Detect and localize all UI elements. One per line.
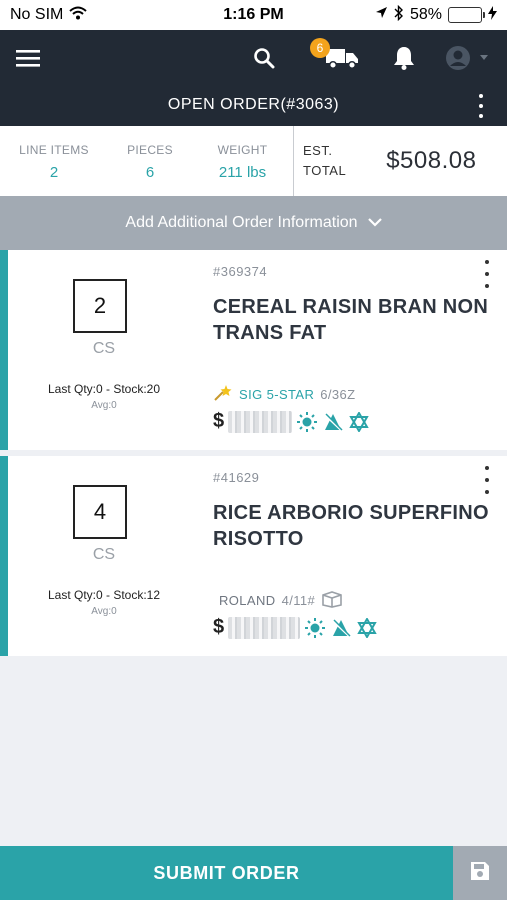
status-left: No SIM — [10, 6, 88, 25]
status-bar: No SIM 1:16 PM 58% — [0, 0, 507, 30]
price-currency: $ — [213, 616, 225, 638]
price-row: $ — [213, 410, 370, 433]
charging-icon — [488, 5, 497, 25]
add-order-info-button[interactable]: Add Additional Order Information — [0, 196, 507, 250]
navbar: 6 OPEN ORDER(#3063) — [0, 30, 507, 126]
line-item-card[interactable]: 4 CS Last Qty:0 - Stock:12 Avg:0 #41629 … — [0, 456, 507, 656]
sun-icon — [296, 411, 318, 433]
cart-count-badge: 6 — [310, 38, 330, 58]
weight-label: WEIGHT — [217, 143, 268, 157]
price-redacted — [228, 616, 301, 639]
save-button[interactable] — [453, 846, 507, 900]
line-items-stat: LINE ITEMS 2 — [0, 126, 108, 196]
item-qty-section: 4 CS Last Qty:0 - Stock:12 Avg:0 — [8, 456, 200, 656]
unit-label: CS — [92, 340, 116, 357]
brand-name: ROLAND — [219, 593, 276, 608]
chevron-down-icon[interactable] — [472, 40, 496, 76]
total-label: EST. TOTAL — [303, 141, 346, 181]
total-label-line2: TOTAL — [303, 163, 347, 178]
avg-info: Avg:0 — [91, 400, 117, 411]
item-sku: #41629 — [213, 470, 260, 485]
item-more-options-icon[interactable] — [481, 260, 493, 288]
user-avatar-icon[interactable] — [440, 40, 476, 76]
item-qty-section: 2 CS Last Qty:0 - Stock:20 Avg:0 — [8, 250, 200, 450]
price-row: $ — [213, 616, 378, 639]
weight-value: 211 lbs — [218, 164, 267, 181]
stock-info: Last Qty:0 - Stock:12 — [47, 588, 161, 602]
pieces-label: PIECES — [127, 143, 173, 157]
total-value: $508.08 — [386, 147, 477, 174]
star-wand-icon — [213, 384, 233, 405]
search-icon[interactable] — [246, 40, 282, 76]
pieces-value: 6 — [145, 164, 155, 181]
brand-row: SIG 5-STAR 6/36Z — [213, 384, 356, 405]
item-details: #41629 RICE ARBORIO SUPERFINO RISOTTO RO… — [213, 456, 507, 656]
menu-icon[interactable] — [10, 40, 46, 76]
item-sku: #369374 — [213, 264, 268, 279]
line-items-value: 2 — [49, 164, 59, 181]
avg-info: Avg:0 — [91, 606, 117, 617]
stock-info: Last Qty:0 - Stock:20 — [47, 382, 161, 396]
order-summary: LINE ITEMS 2 PIECES 6 WEIGHT 211 lbs EST… — [0, 126, 507, 196]
gluten-free-icon — [322, 411, 344, 433]
battery-percent: 58% — [409, 6, 442, 23]
wifi-icon — [69, 6, 88, 25]
sun-icon — [304, 617, 326, 639]
item-more-options-icon[interactable] — [481, 466, 493, 494]
unit-label: CS — [92, 546, 116, 563]
pieces-stat: PIECES 6 — [108, 126, 192, 196]
status-right: 58% — [375, 4, 497, 26]
bluetooth-icon — [394, 4, 404, 26]
pack-size: 6/36Z — [320, 387, 356, 402]
kosher-star-icon — [356, 617, 378, 639]
more-options-icon[interactable] — [471, 94, 491, 118]
price-currency: $ — [213, 410, 225, 432]
add-order-info-label: Add Additional Order Information — [125, 214, 358, 231]
submit-order-button[interactable]: SUBMIT ORDER — [0, 846, 453, 900]
quantity-input[interactable]: 4 — [73, 485, 127, 539]
price-redacted — [228, 410, 293, 433]
carrier-label: No SIM — [10, 6, 64, 23]
item-name[interactable]: RICE ARBORIO SUPERFINO RISOTTO — [213, 500, 498, 552]
page-title: OPEN ORDER(#3063) — [167, 96, 340, 113]
kosher-star-icon — [348, 411, 370, 433]
nav-top: 6 — [0, 30, 507, 86]
estimated-total: EST. TOTAL $508.08 — [294, 126, 507, 196]
brand-row: ROLAND 4/11# — [213, 590, 343, 611]
bell-icon[interactable] — [386, 40, 422, 76]
brand-name: SIG 5-STAR — [239, 387, 315, 402]
location-icon — [375, 6, 388, 24]
empty-list-area — [0, 656, 507, 846]
save-icon — [470, 861, 490, 886]
battery-icon — [448, 7, 485, 23]
line-items-label: LINE ITEMS — [19, 143, 89, 157]
line-item-card[interactable]: 2 CS Last Qty:0 - Stock:20 Avg:0 #369374… — [0, 250, 507, 450]
total-label-line1: EST. — [303, 143, 333, 158]
weight-stat: WEIGHT 211 lbs — [192, 126, 293, 196]
item-details: #369374 CEREAL RAISIN BRAN NON TRANS FAT… — [213, 250, 507, 450]
item-name[interactable]: CEREAL RAISIN BRAN NON TRANS FAT — [213, 294, 498, 346]
pack-size: 4/11# — [281, 593, 316, 608]
package-box-icon — [321, 590, 343, 611]
chevron-down-icon — [367, 214, 382, 232]
quantity-input[interactable]: 2 — [73, 279, 127, 333]
gluten-free-icon — [330, 617, 352, 639]
